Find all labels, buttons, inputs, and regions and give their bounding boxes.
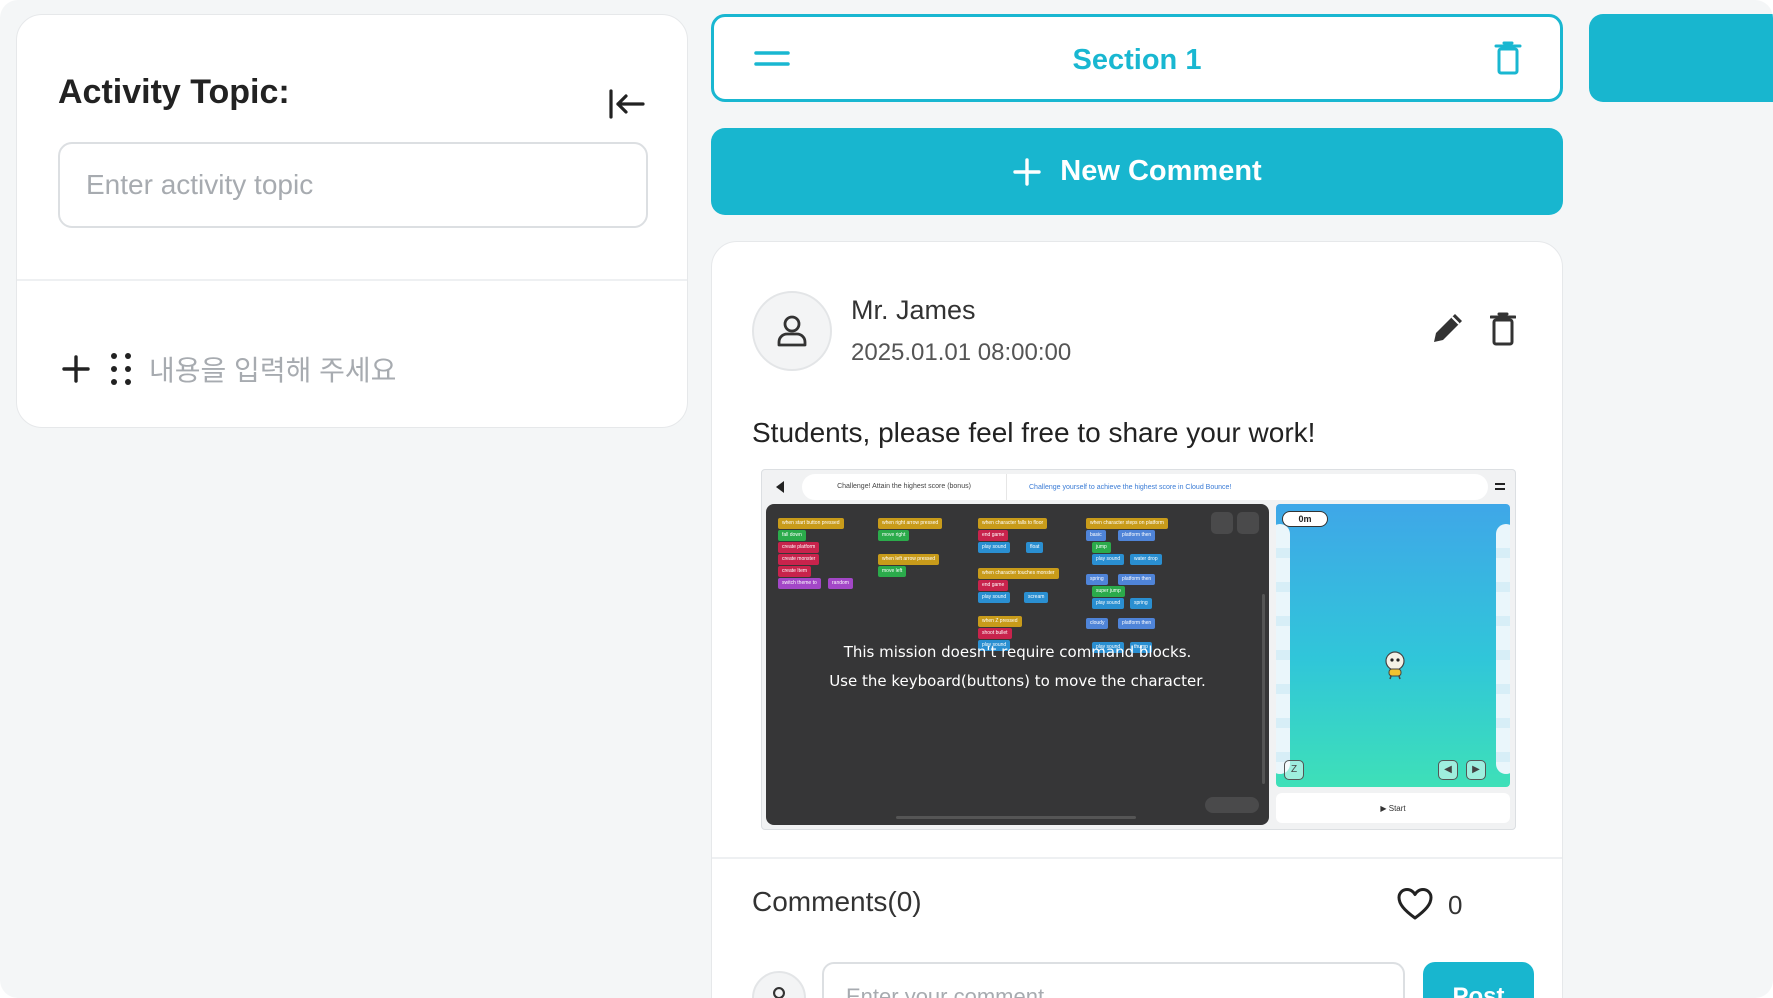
settings-icon[interactable] — [1237, 512, 1259, 534]
content-input-placeholder[interactable]: 내용을 입력해 주세요 — [149, 349, 396, 389]
code-block: play sound — [978, 592, 1011, 603]
activity-topic-input[interactable] — [58, 142, 648, 228]
back-icon — [776, 481, 784, 493]
side-action-button[interactable] — [1589, 14, 1773, 102]
activity-topic-title: Activity Topic: — [58, 73, 290, 111]
code-block: when right arrow pressed — [878, 518, 943, 529]
code-block: spring — [1086, 574, 1108, 585]
post-text: Students, please feel free to share your… — [752, 417, 1316, 448]
code-block: create monster — [778, 554, 820, 565]
mission-notice-line2: Use the keyboard(buttons) to move the ch… — [829, 672, 1206, 690]
avatar — [752, 971, 806, 998]
code-block: cloudy — [1086, 618, 1109, 629]
scrollbar[interactable] — [896, 816, 1136, 819]
code-block: fall down — [778, 530, 806, 541]
comment-input[interactable] — [822, 962, 1405, 998]
code-block: when character steps on platform — [1086, 518, 1168, 529]
block-editor: when start button pressed fall down crea… — [766, 504, 1269, 825]
code-block: play sound — [1092, 554, 1125, 565]
code-block: move right — [878, 530, 910, 541]
add-content-row: 내용을 입력해 주세요 — [61, 347, 396, 391]
save-icon[interactable] — [1211, 512, 1233, 534]
code-block: water drop — [1130, 554, 1162, 565]
score-display: 0m — [1282, 511, 1328, 527]
code-block: switch theme to — [778, 578, 821, 589]
avatar — [752, 291, 832, 371]
code-block: when Z pressed — [978, 616, 1022, 627]
code-block: super jump — [1092, 586, 1125, 597]
trash-icon[interactable] — [1494, 41, 1522, 75]
section-header: Section 1 — [711, 14, 1563, 102]
screenshot-title-bar: Challenge! Attain the highest score (bon… — [802, 474, 1488, 500]
mission-notice: This mission doesn't require command blo… — [766, 638, 1269, 696]
game-stage-column: 0m Z ◀ ▶ ▶ Start — [1276, 504, 1510, 825]
post-author: Mr. James — [851, 295, 976, 325]
post-comment-button[interactable]: Post — [1423, 962, 1534, 998]
comments-count-label: Comments(0) — [752, 886, 922, 917]
activity-screenshot[interactable]: Challenge! Attain the highest score (bon… — [761, 469, 1516, 830]
start-button[interactable]: ▶ Start — [1276, 793, 1510, 823]
character-icon — [1385, 651, 1405, 680]
editor-tools — [1211, 512, 1259, 534]
cloud-wall — [1276, 524, 1290, 774]
divider — [17, 279, 687, 281]
section-title[interactable]: Section 1 — [714, 44, 1560, 77]
code-block: basic — [1086, 530, 1106, 541]
code-block: create Item — [778, 566, 812, 577]
menu-icon — [1495, 483, 1505, 490]
drag-handle-icon[interactable] — [109, 352, 133, 386]
new-comment-label: New Comment — [1060, 155, 1262, 187]
like-count: 0 — [1448, 890, 1463, 920]
code-block: scream — [1024, 592, 1049, 603]
pencil-icon[interactable] — [1430, 310, 1466, 346]
play-icon: ▶ — [1380, 803, 1389, 813]
new-comment-button[interactable]: New Comment — [711, 128, 1563, 215]
plus-icon — [1013, 157, 1041, 186]
collapse-left-icon[interactable] — [607, 87, 647, 121]
user-icon — [777, 315, 807, 347]
start-label: Start — [1388, 803, 1406, 813]
code-block: float — [1026, 542, 1044, 553]
code-block: end game — [978, 530, 1009, 541]
right-arrow-icon[interactable]: ▶ — [1466, 760, 1486, 780]
code-block: platform then — [1118, 530, 1156, 541]
code-block: when character touches monster — [978, 568, 1059, 579]
activity-topic-panel: Activity Topic: 내용을 입력해 주세요 — [16, 14, 688, 428]
code-block: when left arrow pressed — [878, 554, 940, 565]
z-button[interactable]: Z — [1284, 760, 1304, 780]
code-block: play sound — [1092, 598, 1125, 609]
code-block: when start button pressed — [778, 518, 844, 529]
user-icon — [773, 987, 785, 998]
left-arrow-icon[interactable]: ◀ — [1438, 760, 1458, 780]
page: Activity Topic: 내용을 입력해 주세요 Sect — [0, 0, 1773, 998]
code-block: play sound — [978, 542, 1011, 553]
cloud-wall — [1496, 524, 1510, 774]
screenshot-header: Challenge! Attain the highest score (bon… — [768, 474, 1510, 500]
code-block: end game — [978, 580, 1009, 591]
divider — [712, 857, 1562, 859]
trash-icon[interactable] — [1490, 312, 1516, 346]
post-card: Mr. James 2025.01.01 08:00:00 Students, … — [711, 241, 1563, 998]
code-block: spring — [1130, 598, 1152, 609]
screenshot-challenge-title: Challenge! Attain the highest score (bon… — [802, 474, 1007, 500]
code-block: platform then — [1118, 574, 1156, 585]
screenshot-challenge-desc: Challenge yourself to achieve the highes… — [1029, 483, 1232, 491]
post-date: 2025.01.01 08:00:00 — [851, 339, 1072, 366]
code-block: move left — [878, 566, 907, 577]
scrollbar[interactable] — [1262, 594, 1265, 784]
heart-icon[interactable] — [1397, 887, 1433, 921]
zoom-controls[interactable] — [1205, 797, 1259, 813]
code-block: when character falls to floor — [978, 518, 1048, 529]
canvas: Activity Topic: 내용을 입력해 주세요 Sect — [0, 0, 1773, 998]
code-block: platform then — [1118, 618, 1156, 629]
add-block-plus-icon[interactable] — [61, 354, 91, 384]
code-block: jump — [1092, 542, 1111, 553]
game-stage: 0m Z ◀ ▶ — [1276, 504, 1510, 787]
code-block: random — [828, 578, 853, 589]
mission-notice-line1: This mission doesn't require command blo… — [843, 643, 1192, 661]
code-block: create platform — [778, 542, 820, 553]
